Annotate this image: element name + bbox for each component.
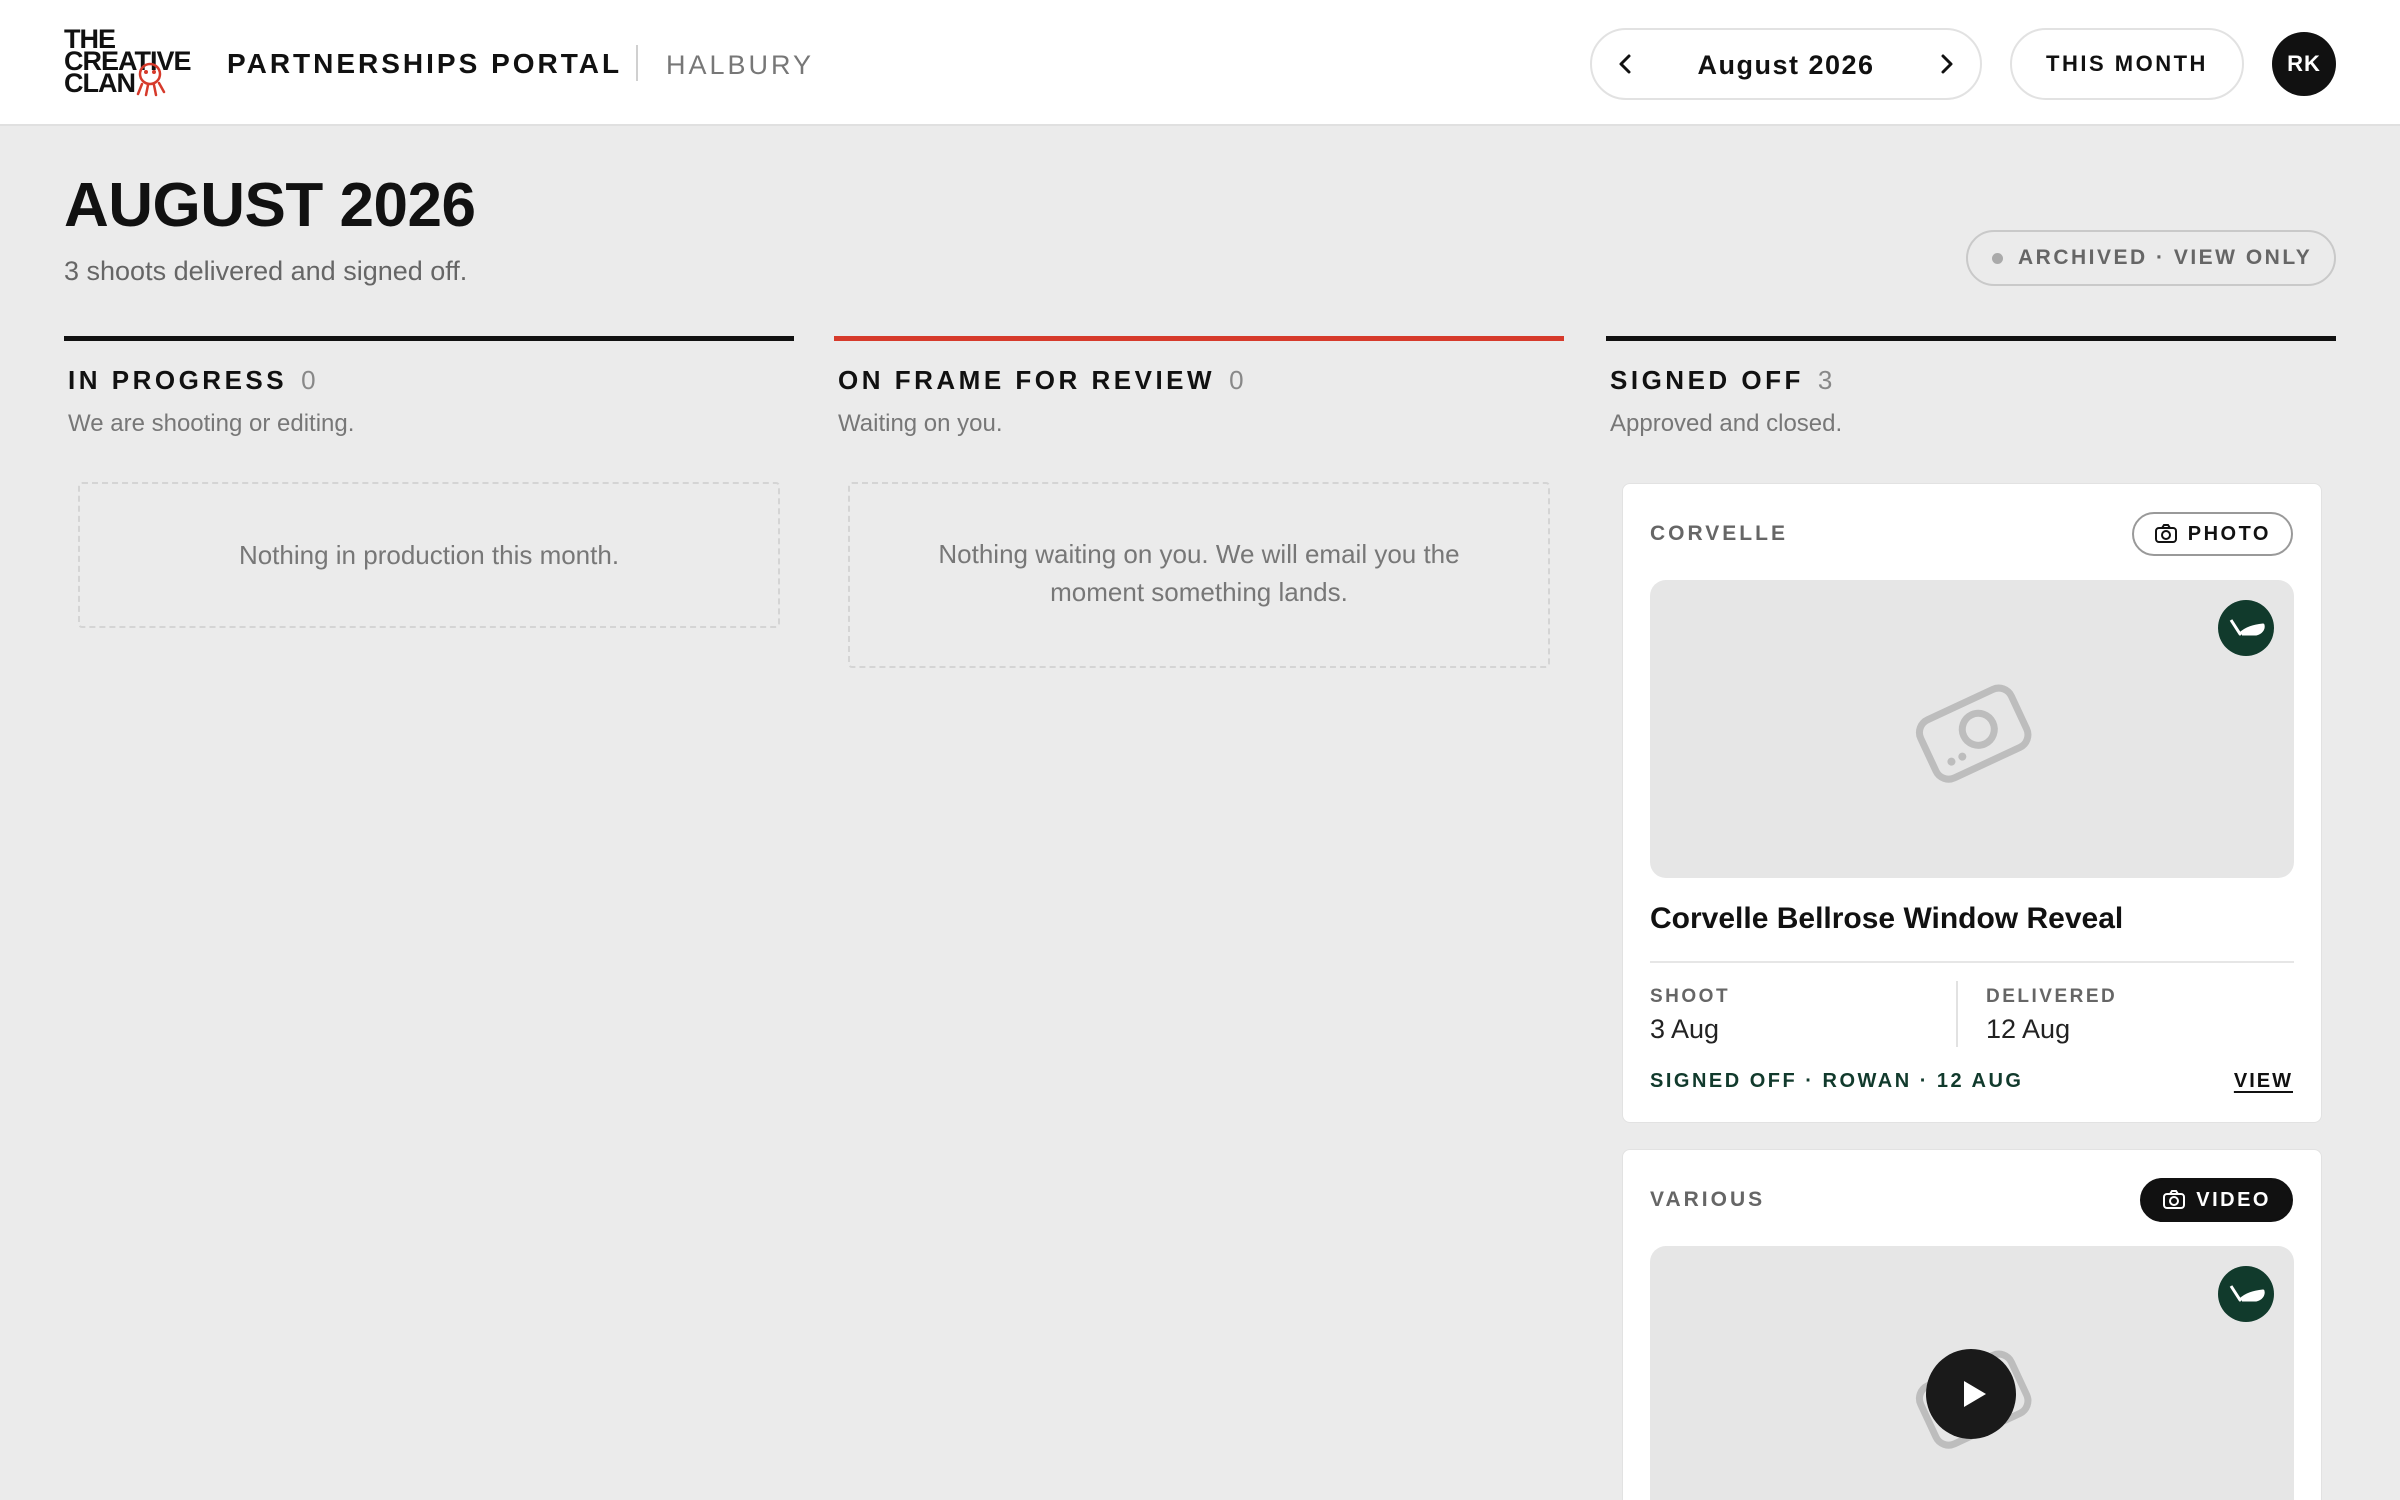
card-client-name: VARIOUS: [1650, 1188, 1766, 1211]
page-subtitle: 3 shoots delivered and signed off.: [64, 256, 468, 286]
camera-icon: [2154, 524, 2177, 543]
column-rule: [834, 336, 1564, 341]
column-in-progress: IN PROGRESS 0 We are shooting or editing.…: [64, 336, 794, 628]
current-month-label: August 2026: [1697, 50, 1875, 80]
status-dot-icon: [1992, 253, 2003, 264]
delivery-card[interactable]: VARIOUS VIDEO: [1622, 1149, 2322, 1500]
client-name: HALBURY: [666, 50, 815, 80]
delivery-card[interactable]: CORVELLE PHOTO Corvelle Bellrose Window …: [1622, 483, 2322, 1123]
media-type-label: PHOTO: [2187, 523, 2271, 545]
chevron-left-icon[interactable]: [1606, 44, 1646, 84]
column-description: Approved and closed.: [1610, 410, 1843, 437]
meta-divider: [1956, 981, 1958, 1047]
empty-state-text: Nothing in production this month.: [238, 540, 620, 570]
month-navigator: August 2026: [1590, 28, 1982, 100]
play-icon[interactable]: [1926, 1349, 2016, 1439]
media-type-badge: PHOTO: [2131, 512, 2293, 556]
chevron-right-icon[interactable]: [1926, 44, 1966, 84]
column-description: We are shooting or editing.: [68, 410, 355, 437]
column-heading: ON FRAME FOR REVIEW 0: [834, 365, 1564, 396]
camera-placeholder-icon: [1915, 684, 2032, 783]
empty-state: Nothing in production this month.: [78, 482, 780, 628]
header-divider: [636, 45, 638, 81]
column-on-frame-for-review: ON FRAME FOR REVIEW 0 Waiting on you. Not…: [834, 336, 1564, 668]
column-description: Waiting on you.: [838, 410, 1003, 437]
media-type-badge: VIDEO: [2140, 1178, 2293, 1222]
column-heading: IN PROGRESS 0: [64, 365, 794, 396]
video-camera-icon: [2163, 1190, 2186, 1209]
empty-state: Nothing waiting on you. We will email yo…: [848, 482, 1550, 668]
signed-off-check-icon: [2218, 1266, 2274, 1322]
top-bar: THE CREATIVE CLAN PARTNERSHIPS PORTAL HA…: [0, 0, 2400, 126]
this-month-button[interactable]: THIS MONTH: [2010, 28, 2244, 100]
empty-state-text: Nothing waiting on you. We will email yo…: [938, 539, 1460, 607]
delivered-label: DELIVERED: [1986, 986, 2118, 1007]
column-title: ON FRAME FOR REVIEW: [838, 365, 1216, 395]
delivered-date: 12 Aug: [1986, 1014, 2071, 1044]
card-divider: [1650, 961, 2294, 963]
column-heading: SIGNED OFF 3: [1606, 365, 2336, 396]
media-type-label: VIDEO: [2196, 1189, 2271, 1211]
card-title: Corvelle Bellrose Window Reveal: [1650, 902, 2124, 935]
column-title: SIGNED OFF: [1610, 365, 1804, 395]
archived-label: ARCHIVED · VIEW ONLY: [2018, 246, 2313, 269]
card-thumbnail[interactable]: [1650, 1246, 2294, 1500]
shoot-label: SHOOT: [1650, 986, 1731, 1007]
column-count: 0: [301, 365, 316, 395]
brand-logo[interactable]: THE CREATIVE CLAN: [64, 26, 204, 98]
column-rule: [64, 336, 794, 341]
clan-mascot-icon: [136, 62, 166, 97]
shoot-date: 3 Aug: [1650, 1014, 1720, 1044]
column-count: 0: [1229, 365, 1244, 395]
portal-title: PARTNERSHIPS PORTAL: [227, 48, 623, 79]
user-avatar[interactable]: RK: [2272, 32, 2336, 96]
signoff-status: SIGNED OFF · ROWAN · 12 AUG: [1650, 1070, 2024, 1092]
signed-off-check-icon: [2218, 600, 2274, 656]
column-signed-off: SIGNED OFF 3 Approved and closed.: [1606, 336, 2336, 438]
column-count: 3: [1817, 365, 1833, 395]
card-client-name: CORVELLE: [1650, 522, 1788, 545]
page-title: AUGUST 2026: [64, 171, 476, 240]
archived-status-badge: ARCHIVED · VIEW ONLY: [1966, 230, 2336, 286]
view-link[interactable]: VIEW: [2234, 1070, 2293, 1093]
column-title: IN PROGRESS: [68, 365, 288, 395]
card-thumbnail[interactable]: [1650, 580, 2294, 878]
column-rule: [1606, 336, 2336, 341]
